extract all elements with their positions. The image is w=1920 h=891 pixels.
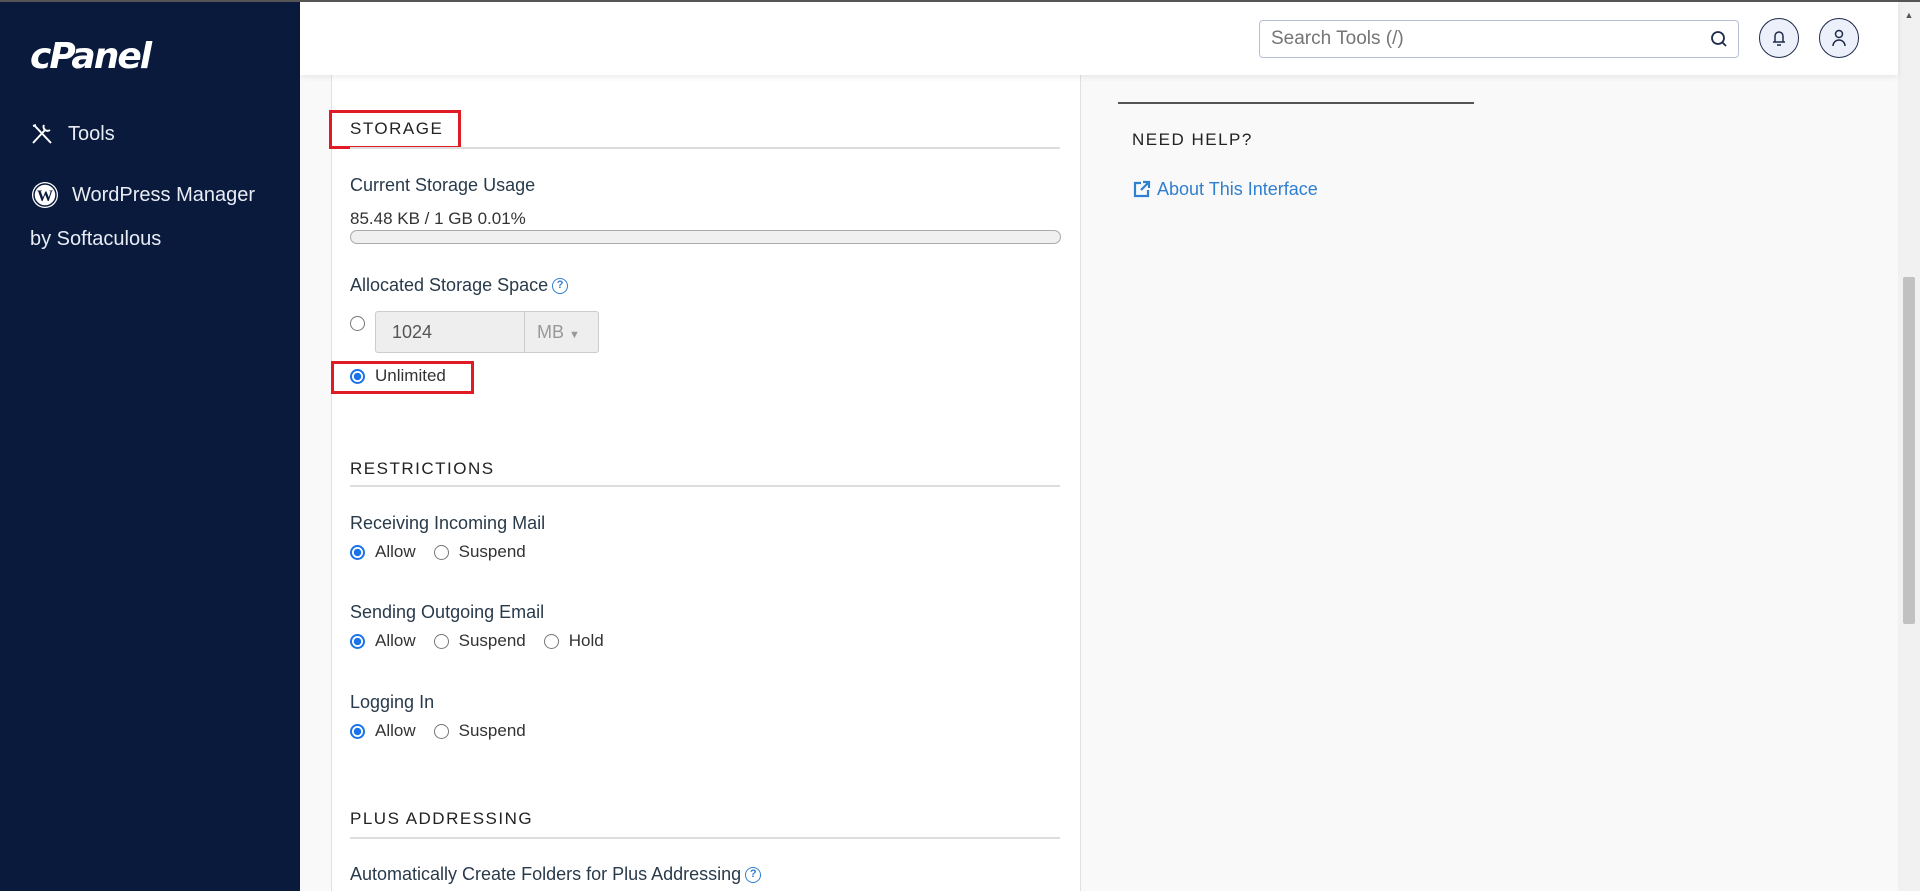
sidebar-item-label-2: by Softaculous bbox=[30, 228, 162, 250]
content-panel bbox=[331, 75, 1081, 891]
help-icon[interactable]: ? bbox=[745, 867, 762, 884]
radio-suspend[interactable] bbox=[433, 633, 449, 649]
top-header bbox=[300, 0, 1898, 75]
help-divider bbox=[1118, 102, 1474, 104]
auto-create-folders-label: Automatically Create Folders for Plus Ad… bbox=[350, 862, 762, 886]
storage-heading: STORAGE bbox=[350, 119, 444, 138]
allocated-storage-text: Allocated Storage Space bbox=[350, 275, 549, 295]
radio-hold[interactable] bbox=[543, 633, 559, 649]
radio-label[interactable]: Allow bbox=[375, 540, 416, 564]
divider bbox=[350, 485, 1060, 487]
about-interface-text: About This Interface bbox=[1157, 179, 1318, 199]
restriction-label: Logging In bbox=[350, 692, 435, 712]
need-help-heading: NEED HELP? bbox=[1132, 130, 1253, 149]
plus-addressing-heading: PLUS ADDRESSING bbox=[350, 809, 534, 828]
restriction-options: Allow Suspend Hold bbox=[350, 629, 622, 653]
radio-label[interactable]: Hold bbox=[569, 629, 604, 653]
radio-suspend[interactable] bbox=[433, 544, 449, 560]
radio-label[interactable]: Suspend bbox=[459, 629, 526, 653]
radio-label[interactable]: Suspend bbox=[459, 719, 526, 743]
scroll-up-arrow[interactable]: ▲ bbox=[1898, 10, 1920, 20]
user-icon bbox=[1832, 29, 1846, 47]
divider bbox=[350, 837, 1060, 839]
radio-suspend[interactable] bbox=[433, 723, 449, 739]
radio-allow[interactable] bbox=[350, 633, 365, 649]
unlimited-label[interactable]: Unlimited bbox=[375, 364, 446, 388]
search-icon[interactable] bbox=[1710, 30, 1728, 48]
cpanel-logo[interactable]: cPanel bbox=[30, 36, 152, 77]
restrictions-heading: RESTRICTIONS bbox=[350, 459, 495, 478]
sidebar-item-wordpress-manager[interactable]: W WordPress Manager by Softaculous bbox=[30, 180, 290, 251]
current-storage-label: Current Storage Usage bbox=[350, 175, 536, 195]
radio-allow[interactable] bbox=[350, 723, 365, 739]
quota-radio[interactable] bbox=[350, 316, 365, 331]
notifications-button[interactable] bbox=[1759, 18, 1799, 58]
sidebar-item-label: Tools bbox=[68, 123, 115, 145]
window-top-border bbox=[0, 0, 1920, 2]
search-tools-input[interactable] bbox=[1259, 20, 1739, 58]
auto-create-folders-text: Automatically Create Folders for Plus Ad… bbox=[350, 864, 742, 884]
external-link-icon bbox=[1133, 180, 1151, 198]
wordpress-icon: W bbox=[32, 182, 58, 208]
unit-dropdown[interactable]: MB ▼ bbox=[525, 312, 598, 352]
about-interface-link[interactable]: About This Interface bbox=[1133, 177, 1318, 201]
restriction-label: Receiving Incoming Mail bbox=[350, 513, 546, 533]
help-icon[interactable]: ? bbox=[552, 278, 569, 295]
restriction-options: Allow Suspend bbox=[350, 540, 544, 564]
restriction-options: Allow Suspend bbox=[350, 719, 544, 743]
sidebar: cPanel Tools W WordPress Manager by Soft… bbox=[0, 0, 300, 891]
user-menu-button[interactable] bbox=[1819, 18, 1859, 58]
allocated-storage-label: Allocated Storage Space? bbox=[350, 273, 569, 297]
bell-icon bbox=[1773, 31, 1785, 46]
divider bbox=[350, 147, 1060, 149]
quota-input[interactable]: 1024 bbox=[376, 312, 525, 352]
unlimited-radio[interactable] bbox=[350, 369, 365, 384]
sidebar-item-tools[interactable]: Tools bbox=[30, 122, 115, 146]
storage-usage-text: 85.48 KB / 1 GB 0.01% bbox=[350, 209, 526, 228]
restriction-label: Sending Outgoing Email bbox=[350, 602, 545, 622]
scrollbar-thumb[interactable] bbox=[1903, 277, 1915, 624]
unit-value: MB bbox=[537, 322, 564, 342]
quota-input-group: 1024 MB ▼ bbox=[375, 311, 599, 353]
radio-label[interactable]: Allow bbox=[375, 629, 416, 653]
caret-down-icon: ▼ bbox=[569, 329, 580, 341]
radio-label[interactable]: Suspend bbox=[459, 540, 526, 564]
tools-icon bbox=[32, 124, 52, 144]
svg-text:W: W bbox=[37, 188, 53, 205]
search-input[interactable] bbox=[1260, 21, 1680, 57]
radio-label[interactable]: Allow bbox=[375, 719, 416, 743]
scrollbar[interactable]: ▲ bbox=[1898, 0, 1920, 891]
sidebar-item-label: WordPress Manager bbox=[72, 184, 256, 206]
storage-progress-bar bbox=[350, 230, 1061, 244]
radio-allow[interactable] bbox=[350, 544, 365, 560]
